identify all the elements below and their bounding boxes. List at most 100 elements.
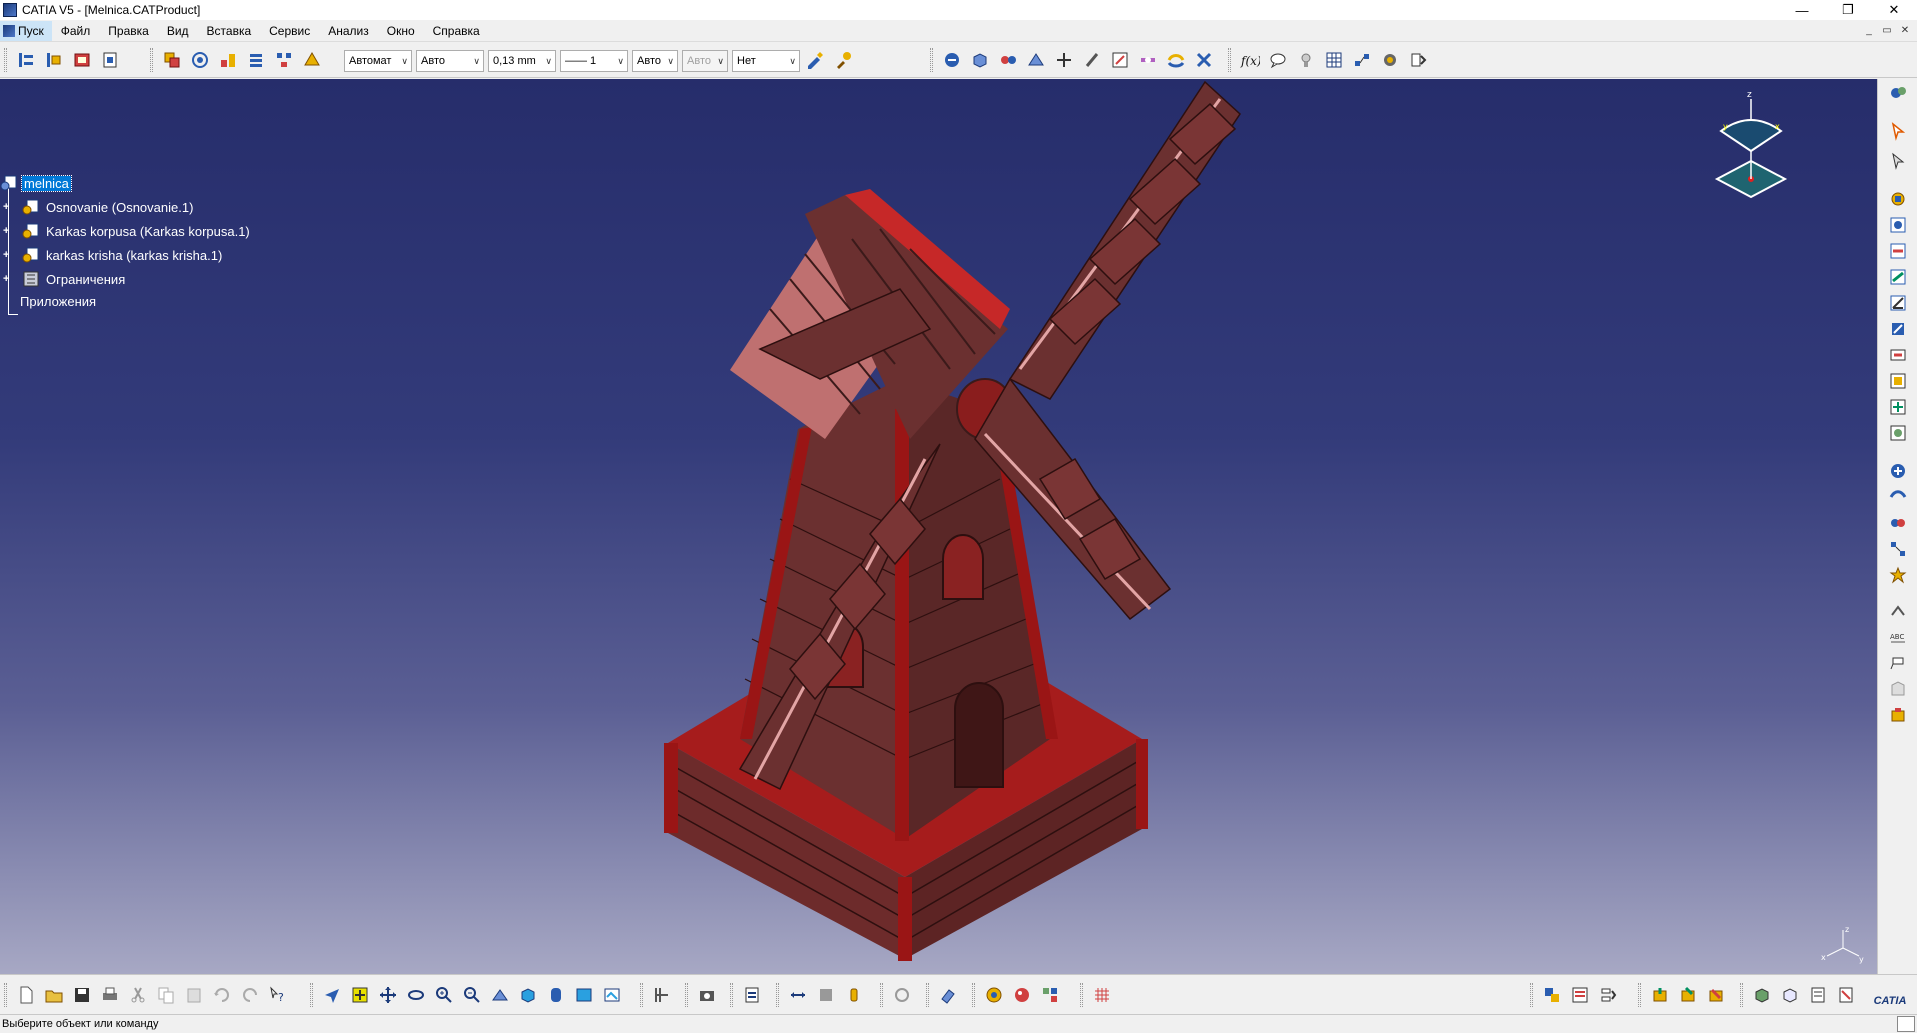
doc-restore-icon[interactable]: ▭ xyxy=(1879,22,1895,38)
normal-view-icon[interactable] xyxy=(487,983,512,1007)
manipulate-icon[interactable] xyxy=(1885,459,1910,483)
bill-of-material-icon[interactable] xyxy=(1885,703,1910,727)
color-combo[interactable]: Автомат ∨ xyxy=(344,50,412,72)
camera-icon[interactable] xyxy=(694,983,719,1007)
flag-note-icon[interactable] xyxy=(1885,651,1910,675)
explode-icon[interactable] xyxy=(1135,48,1160,72)
painter-icon[interactable] xyxy=(802,48,827,72)
lamp-icon[interactable] xyxy=(1293,48,1318,72)
iso-view-icon[interactable] xyxy=(515,983,540,1007)
menu-file[interactable]: Файл xyxy=(52,21,100,41)
compass-widget[interactable]: z x y xyxy=(1707,89,1797,209)
print-icon[interactable] xyxy=(97,983,122,1007)
scene-rotate-icon[interactable] xyxy=(1703,983,1728,1007)
catalog-browser-icon[interactable] xyxy=(1377,48,1402,72)
rotate-icon[interactable] xyxy=(403,983,428,1007)
point-symbol-combo[interactable]: Авто ∨ xyxy=(632,50,678,72)
tree-node-constraints[interactable]: Ограничения xyxy=(22,270,127,288)
clash-icon[interactable] xyxy=(939,48,964,72)
measure-item-icon[interactable] xyxy=(1051,48,1076,72)
sectioning-icon[interactable] xyxy=(967,48,992,72)
product-management-icon[interactable] xyxy=(1539,983,1564,1007)
redo-icon[interactable] xyxy=(237,983,262,1007)
distance-band-icon[interactable] xyxy=(995,48,1020,72)
update-icon[interactable] xyxy=(739,983,764,1007)
render-sphere-icon[interactable] xyxy=(1009,983,1034,1007)
tree-root-node[interactable]: melnica xyxy=(0,174,72,192)
line-thickness-combo[interactable]: 0,13 mm ∨ xyxy=(488,50,556,72)
doc-close-icon[interactable]: ✕ xyxy=(1897,22,1913,38)
menu-start[interactable]: Пуск xyxy=(0,20,52,41)
scene-move-icon[interactable] xyxy=(1675,983,1700,1007)
law-icon[interactable] xyxy=(1349,48,1374,72)
zoom-in-icon[interactable] xyxy=(431,983,456,1007)
paint-brush-icon[interactable] xyxy=(830,48,855,72)
reorder-icon[interactable] xyxy=(243,48,268,72)
restore-icon[interactable]: ❐ xyxy=(1825,0,1871,20)
texture-icon[interactable] xyxy=(1037,983,1062,1007)
eraser-icon[interactable] xyxy=(935,983,960,1007)
expand-icon[interactable]: + xyxy=(3,274,12,285)
menu-help[interactable]: Справка xyxy=(424,21,489,41)
comment-icon[interactable] xyxy=(1265,48,1290,72)
component-publish-icon[interactable] xyxy=(1749,983,1774,1007)
stop-manipulate-on-clash-icon[interactable] xyxy=(1885,563,1910,587)
pointer-icon[interactable] xyxy=(1885,119,1910,143)
insert-product-icon[interactable] xyxy=(41,48,66,72)
measure-icon[interactable] xyxy=(649,983,674,1007)
contact-constraint-icon[interactable] xyxy=(1885,239,1910,263)
flexible-subassembly-icon[interactable] xyxy=(1885,395,1910,419)
doc-minimize-icon[interactable]: _ xyxy=(1861,22,1877,38)
reframe-icon[interactable] xyxy=(889,983,914,1007)
tree-node-karkas-krisha[interactable]: karkas krisha (karkas krisha.1) xyxy=(22,246,224,264)
command-input-icon[interactable] xyxy=(1897,1016,1915,1032)
tree-node-applications[interactable]: Приложения xyxy=(18,294,98,309)
geometry-viewport[interactable]: melnica + Osnovanie (Osnovanie.1) + Kark… xyxy=(0,79,1877,974)
layer-combo[interactable]: Нет ∨ xyxy=(732,50,800,72)
expand-icon[interactable]: + xyxy=(3,226,12,237)
select-icon[interactable] xyxy=(1885,81,1910,105)
manipulation-icon[interactable] xyxy=(1191,48,1216,72)
swap-visible-space-icon[interactable] xyxy=(599,983,624,1007)
menu-insert[interactable]: Вставка xyxy=(198,21,261,41)
snap-move-icon[interactable] xyxy=(1885,485,1910,509)
whats-this-icon[interactable]: ? xyxy=(265,983,290,1007)
distance-icon[interactable] xyxy=(785,983,810,1007)
select-pointer-icon[interactable] xyxy=(1885,149,1910,173)
grid-icon[interactable] xyxy=(1089,983,1114,1007)
menu-view[interactable]: Вид xyxy=(158,21,198,41)
measure-item-bottom-icon[interactable] xyxy=(813,983,838,1007)
shading-icon[interactable] xyxy=(543,983,568,1007)
change-constraint-icon[interactable] xyxy=(1885,421,1910,445)
angle-constraint-icon[interactable] xyxy=(1885,291,1910,315)
coincidence-constraint-icon[interactable] xyxy=(1885,213,1910,237)
scene-add-icon[interactable] xyxy=(1647,983,1672,1007)
insert-part-icon[interactable] xyxy=(69,48,94,72)
tree-node-karkas-korpusa[interactable]: Karkas korpusa (Karkas korpusa.1) xyxy=(22,222,252,240)
expand-icon[interactable]: + xyxy=(3,250,12,261)
undo-icon[interactable] xyxy=(209,983,234,1007)
hide-show-icon[interactable] xyxy=(571,983,596,1007)
replace-component-icon[interactable] xyxy=(159,48,184,72)
fast-multi-instantiation-icon[interactable] xyxy=(299,48,324,72)
quick-constraint-icon[interactable] xyxy=(1885,369,1910,393)
expand-icon[interactable]: + xyxy=(3,202,12,213)
annotations-icon[interactable] xyxy=(1405,48,1430,72)
existing-component-icon[interactable] xyxy=(97,48,122,72)
menu-edit[interactable]: Правка xyxy=(99,21,158,41)
design-table-icon[interactable] xyxy=(1321,48,1346,72)
windmill-model[interactable] xyxy=(0,79,1877,974)
component-flexible-icon[interactable] xyxy=(1777,983,1802,1007)
component-list-icon[interactable] xyxy=(1805,983,1830,1007)
pan-icon[interactable] xyxy=(375,983,400,1007)
new-document-icon[interactable] xyxy=(13,983,38,1007)
line-type-combo[interactable]: —— 1 ∨ xyxy=(560,50,628,72)
zoom-out-icon[interactable] xyxy=(459,983,484,1007)
smart-move-icon[interactable] xyxy=(1885,511,1910,535)
close-icon[interactable]: ✕ xyxy=(1871,0,1917,20)
explode-view-icon[interactable] xyxy=(1885,537,1910,561)
weld-icon[interactable] xyxy=(1885,599,1910,623)
multi-instantiation-icon[interactable] xyxy=(271,48,296,72)
menu-analyze[interactable]: Анализ xyxy=(319,21,378,41)
fix-component-icon[interactable] xyxy=(1885,317,1910,341)
